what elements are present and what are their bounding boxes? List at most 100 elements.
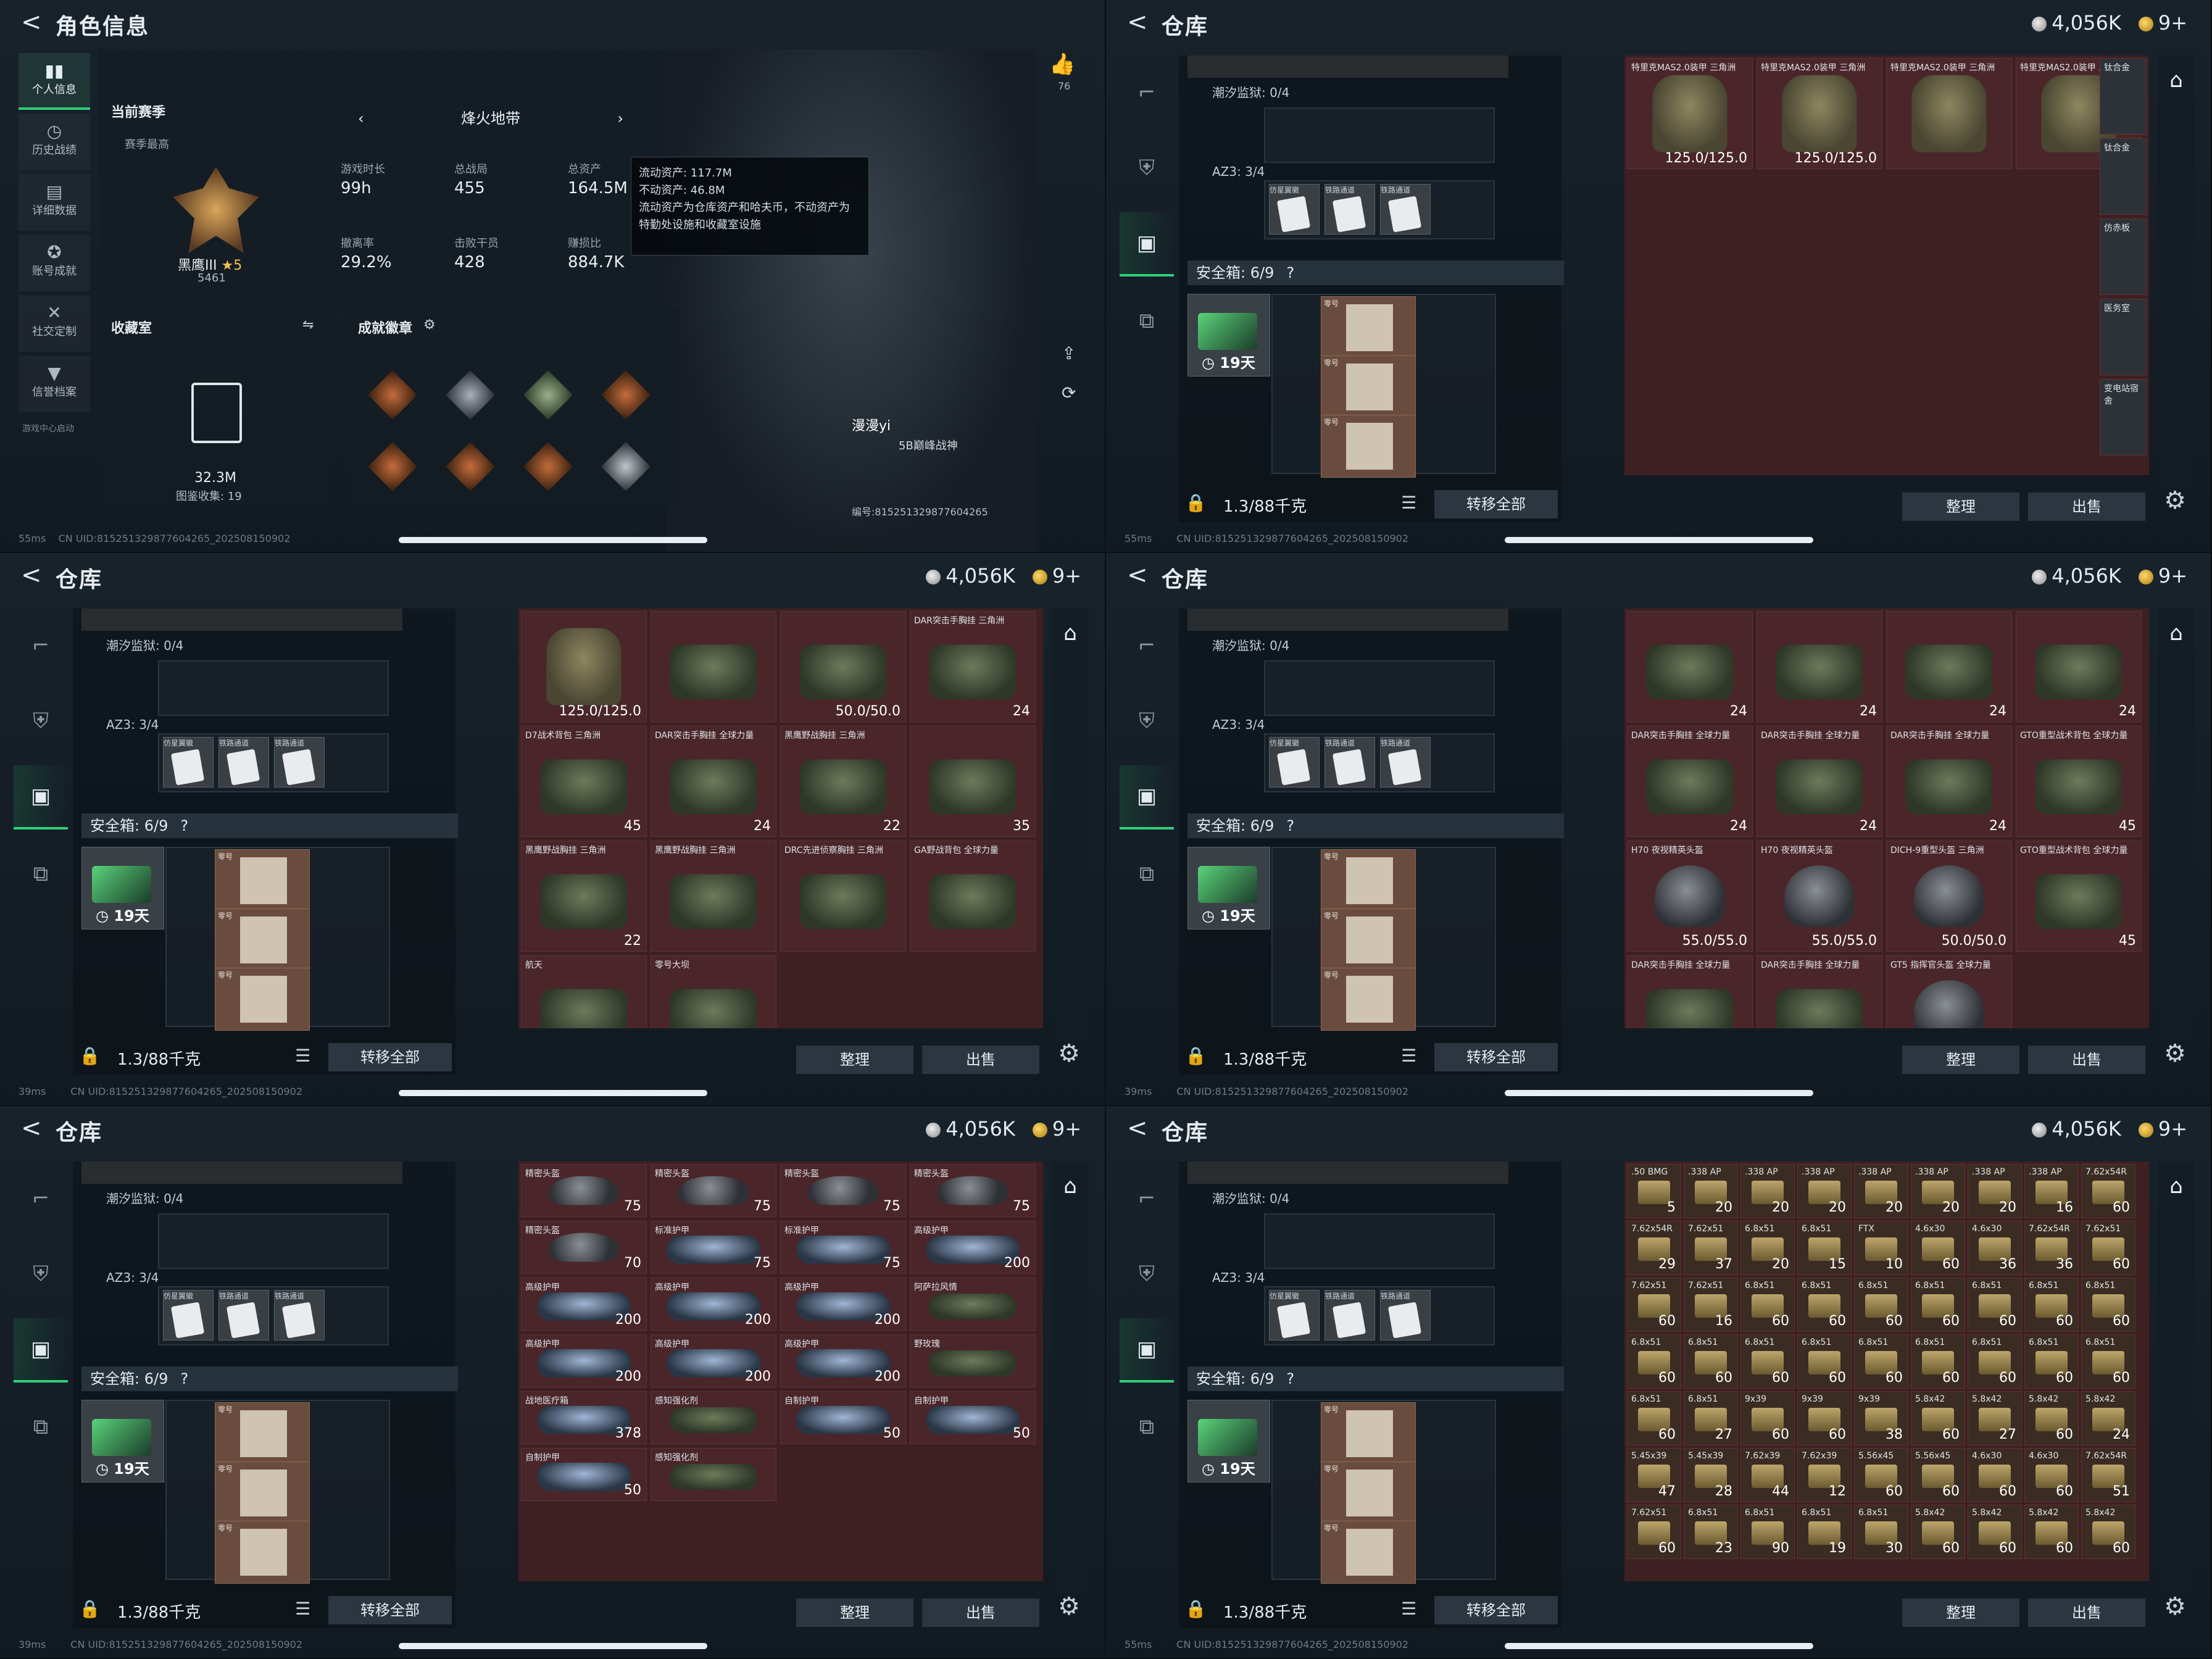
list-icon[interactable]: ☰ (295, 1046, 310, 1066)
refresh-icon[interactable]: ⟳ (1062, 383, 1076, 403)
inventory-item[interactable]: D7战术背包 三角洲 45 (521, 726, 647, 837)
case-icon[interactable]: ⧉ (1120, 843, 1174, 905)
ammo-cell[interactable]: 5.8x42 24 (2081, 1391, 2135, 1445)
sort-button[interactable]: 整理 (1902, 1046, 2019, 1074)
ammo-cell[interactable]: 9x39 60 (1797, 1391, 1852, 1445)
ammo-cell[interactable]: 6.8x51 20 (1740, 1221, 1795, 1275)
inventory-item[interactable]: DRC先进侦察胸挂 三角洲 (780, 841, 906, 952)
ammo-cell[interactable]: 7.62x51 60 (2081, 1221, 2135, 1275)
inventory-item[interactable]: 精密头盔 75 (780, 1164, 906, 1217)
ammo-cell[interactable]: 5.8x42 60 (1911, 1505, 1965, 1559)
back-arrow-icon[interactable]: < (21, 10, 46, 35)
medal-icon[interactable] (368, 370, 417, 420)
medal-icon[interactable] (446, 370, 495, 420)
ammo-cell[interactable]: FTX 10 (1854, 1221, 1908, 1275)
inventory-item[interactable]: GA野战背包 全球力量 (910, 841, 1036, 952)
inventory-item[interactable]: 125.0/125.0 (521, 611, 647, 722)
ammo-cell[interactable]: 6.8x51 60 (1684, 1334, 1738, 1389)
ammo-cell[interactable]: .338 AP 20 (1684, 1164, 1738, 1218)
inventory-item[interactable]: 特里克MAS2.0装甲 三角洲 125.0/125.0 (1627, 58, 1753, 169)
key-card[interactable]: 铁路通道 (218, 737, 269, 788)
sort-button[interactable]: 整理 (796, 1599, 913, 1627)
key-card[interactable]: 仿星翼徽 (1269, 184, 1320, 235)
inventory-item[interactable]: 24 (1627, 611, 1753, 722)
map-card[interactable]: 零号 (1321, 968, 1416, 1031)
inventory-item[interactable]: 50.0/50.0 (780, 611, 906, 722)
key-card[interactable]: 铁路通道 (1380, 737, 1431, 788)
backpack-icon[interactable]: ▣ (1120, 212, 1174, 276)
inventory-item[interactable]: DAR突击手胸挂 全球力量24 (1757, 955, 1882, 1028)
gear-icon[interactable]: ⚙ (1058, 1039, 1080, 1068)
ammo-cell[interactable]: 7.62x54R 36 (2024, 1221, 2079, 1275)
inventory-item[interactable]: 高级护甲 200 (521, 1334, 647, 1387)
inventory-item[interactable]: DAR突击手胸挂 全球力量24 (651, 726, 776, 837)
ammo-cell[interactable]: 6.8x51 60 (1740, 1334, 1795, 1389)
swap-icon[interactable]: ⇋ (302, 317, 314, 333)
inventory-item[interactable]: 24 (2016, 611, 2142, 722)
nav-history[interactable]: ◷ 历史战绩 (19, 114, 90, 170)
key-card[interactable]: 铁路通道 (1324, 1290, 1375, 1341)
key-card[interactable]: 铁路通道 (1324, 737, 1375, 788)
safe-container[interactable]: ◷ 19天 (1187, 1400, 1270, 1482)
ammo-cell[interactable]: 7.62x54R 29 (1627, 1221, 1681, 1275)
ammo-cell[interactable]: 5.45x39 28 (1684, 1448, 1738, 1502)
share-icon[interactable]: ⇪ (1062, 343, 1076, 364)
key-card[interactable]: 铁路通道 (218, 1290, 269, 1341)
help-icon[interactable]: ? (1286, 1370, 1294, 1387)
nav-details[interactable]: ▤ 详细数据 (19, 174, 90, 231)
ammo-cell[interactable]: 6.8x51 60 (1854, 1278, 1908, 1332)
weapon-icon[interactable]: ⌐ (14, 615, 68, 676)
side-item[interactable]: 医务室 (2100, 299, 2147, 375)
map-card[interactable]: 零号 (1321, 849, 1416, 912)
inventory-item[interactable]: 自制护甲 50 (780, 1391, 906, 1444)
warehouse-icon[interactable]: ⌂ (2158, 621, 2195, 646)
map-card[interactable]: 零号 (1321, 1462, 1416, 1524)
sell-button[interactable]: 出售 (922, 1599, 1039, 1627)
weapon-icon[interactable]: ⌐ (14, 1168, 68, 1229)
inventory-item[interactable]: DAR突击手胸挂 三角洲 24 (910, 611, 1036, 722)
inventory-item[interactable]: DAR突击手胸挂 全球力量24 (1886, 726, 2012, 837)
ammo-cell[interactable]: 6.8x51 60 (1797, 1334, 1852, 1389)
side-item[interactable]: 钛合金 (2100, 58, 2147, 135)
gear-icon[interactable]: ⚙ (2164, 1592, 2186, 1621)
map-card[interactable]: 零号 (1321, 1402, 1416, 1465)
sell-button[interactable]: 出售 (2028, 1599, 2145, 1627)
inventory-item[interactable]: 野玫瑰 (910, 1334, 1036, 1387)
inventory-item[interactable]: 黑鹰野战胸挂 三角洲 22 (521, 841, 647, 952)
medal-icon[interactable] (523, 370, 573, 420)
inventory-item[interactable]: 高级护甲 200 (521, 1278, 647, 1331)
ammo-cell[interactable]: 9x39 38 (1854, 1391, 1908, 1445)
ammo-cell[interactable]: 6.8x51 60 (2081, 1334, 2135, 1389)
ammo-cell[interactable]: 6.8x51 60 (2024, 1278, 2079, 1332)
ammo-cell[interactable]: 7.62x54R 60 (2081, 1164, 2135, 1218)
back-arrow-icon[interactable]: < (1127, 563, 1152, 588)
lock-icon[interactable]: 🔒 (1185, 1599, 1207, 1619)
inventory-item[interactable]: 标准护甲 75 (780, 1221, 906, 1274)
ammo-cell[interactable]: 5.56x45 60 (1854, 1448, 1908, 1502)
key-card[interactable]: 仿星翼徽 (163, 1290, 214, 1341)
inventory-item[interactable]: 感知强化剂 (651, 1448, 776, 1501)
vault-icon[interactable] (191, 383, 242, 443)
ammo-cell[interactable]: .50 BMG 5 (1627, 1164, 1681, 1218)
inventory-item[interactable]: DAR突击手胸挂 全球力量24 (1757, 726, 1882, 837)
weapon-icon[interactable]: ⌐ (1120, 62, 1174, 123)
armor-icon[interactable]: ⛨ (1120, 690, 1174, 752)
ammo-cell[interactable]: 6.8x51 60 (1854, 1334, 1908, 1389)
nav-achievements[interactable]: ✪ 账号成就 (19, 235, 90, 291)
ammo-cell[interactable]: 6.8x51 27 (1684, 1391, 1738, 1445)
ammo-cell[interactable]: 6.8x51 60 (2024, 1334, 2079, 1389)
home-indicator[interactable] (399, 1090, 707, 1096)
ammo-cell[interactable]: 7.62x51 60 (1627, 1278, 1681, 1332)
chevron-right-icon[interactable]: › (617, 105, 623, 132)
inventory-item[interactable]: 特里克MAS2.0装甲 三角洲 125.0/125.0 (1757, 58, 1882, 169)
armor-icon[interactable]: ⛨ (1120, 1243, 1174, 1305)
medal-icon[interactable] (446, 442, 495, 491)
inventory-item[interactable] (651, 611, 776, 722)
home-indicator[interactable] (1505, 537, 1813, 543)
sort-button[interactable]: 整理 (1902, 493, 2019, 521)
lock-icon[interactable]: 🔒 (1185, 1046, 1207, 1066)
ammo-cell[interactable]: 4.6x30 36 (1968, 1221, 2022, 1275)
gear-icon[interactable]: ⚙ (2164, 486, 2186, 515)
transfer-all-button[interactable]: 转移全部 (328, 1596, 452, 1624)
ammo-cell[interactable]: 6.8x51 60 (1797, 1278, 1852, 1332)
